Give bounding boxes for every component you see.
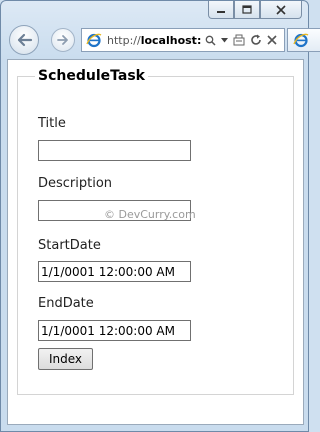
ie-tab-icon bbox=[293, 33, 309, 48]
index-button[interactable]: Index bbox=[38, 348, 93, 370]
window-caption-buttons bbox=[208, 1, 302, 21]
page-content: ScheduleTask Title Description StartDate… bbox=[7, 59, 304, 425]
back-button[interactable] bbox=[9, 25, 39, 55]
watermark: © DevCurry.com bbox=[104, 208, 196, 221]
maximize-icon bbox=[242, 5, 252, 14]
dropdown-arrow-icon[interactable] bbox=[221, 37, 228, 43]
schedule-task-fieldset: ScheduleTask Title Description StartDate… bbox=[17, 68, 294, 395]
startdate-input[interactable] bbox=[38, 261, 191, 282]
search-icon[interactable] bbox=[205, 35, 216, 46]
title-input[interactable] bbox=[38, 140, 191, 161]
minimize-button[interactable] bbox=[208, 1, 234, 19]
stop-icon[interactable] bbox=[267, 35, 277, 45]
maximize-button[interactable] bbox=[234, 1, 260, 19]
title-label: Title bbox=[38, 116, 66, 131]
enddate-input[interactable] bbox=[38, 320, 191, 341]
fieldset-legend: ScheduleTask bbox=[38, 68, 145, 84]
startdate-label: StartDate bbox=[38, 238, 101, 253]
navigation-toolbar: http://localhost:180 bbox=[9, 25, 320, 55]
url-scheme: http:// bbox=[107, 33, 141, 47]
ie-page-icon bbox=[86, 33, 102, 48]
description-label: Description bbox=[38, 176, 113, 191]
browser-window: http://localhost:180 bbox=[0, 0, 320, 432]
compatibility-view-icon[interactable] bbox=[233, 34, 245, 46]
browser-tab[interactable] bbox=[287, 28, 320, 52]
address-tools bbox=[205, 34, 277, 46]
address-bar[interactable]: http://localhost:180 bbox=[81, 28, 285, 52]
close-icon bbox=[276, 4, 286, 15]
forward-arrow-icon bbox=[57, 35, 68, 45]
forward-button[interactable] bbox=[51, 28, 75, 52]
back-arrow-icon bbox=[17, 33, 33, 47]
minimize-icon bbox=[217, 10, 225, 13]
close-button[interactable] bbox=[260, 1, 302, 19]
enddate-label: EndDate bbox=[38, 296, 94, 311]
refresh-icon[interactable] bbox=[250, 34, 262, 46]
url-host: localhost:180 bbox=[140, 33, 202, 47]
url-text[interactable]: http://localhost:180 bbox=[107, 34, 202, 47]
